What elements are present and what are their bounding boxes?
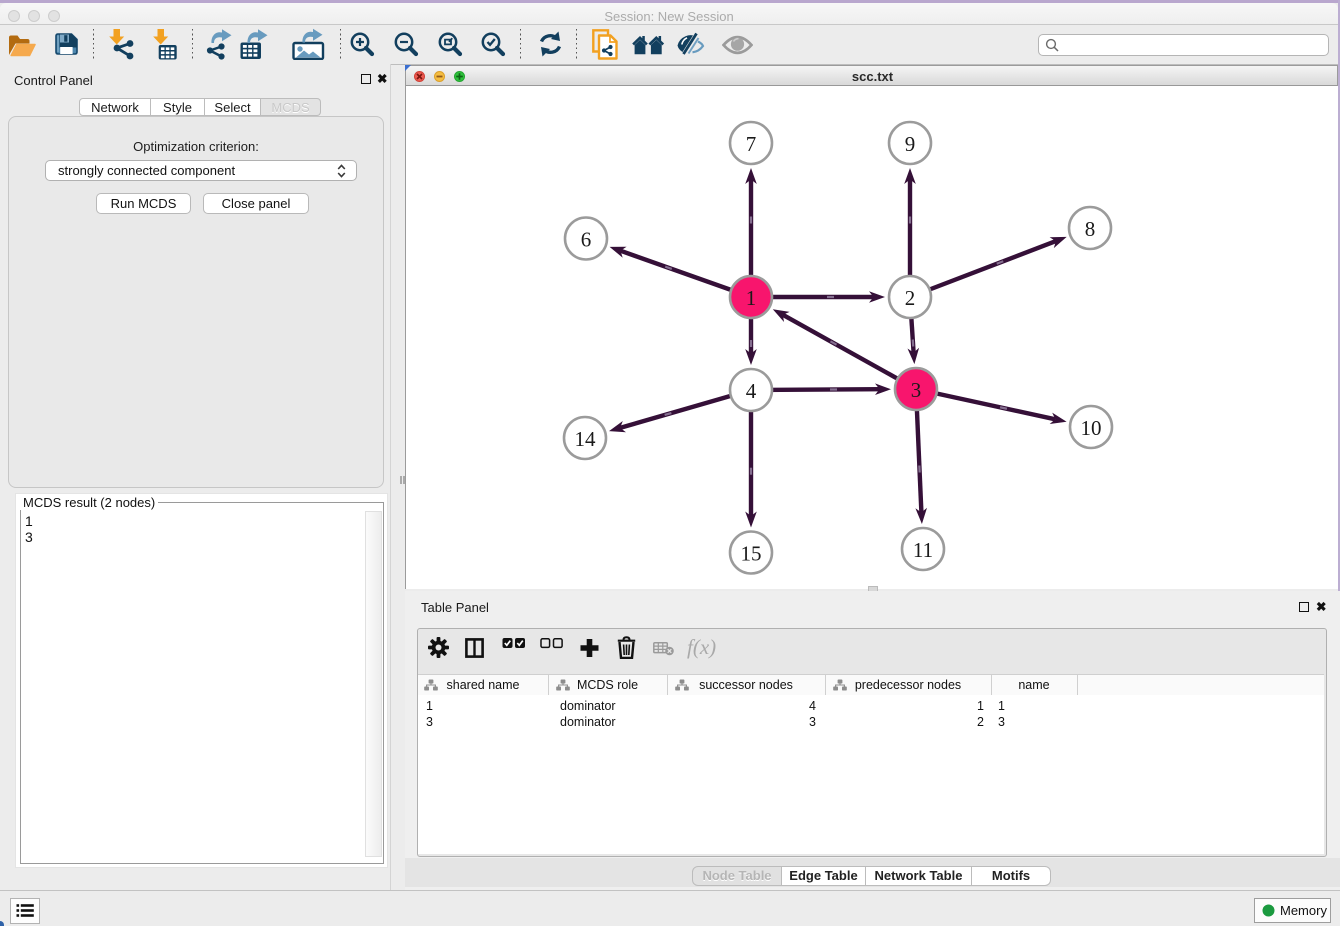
svg-text:7: 7: [746, 132, 757, 156]
svg-text:8: 8: [1085, 217, 1096, 241]
svg-text:4: 4: [746, 379, 757, 403]
svg-text:9: 9: [905, 132, 916, 156]
svg-text:1: 1: [746, 286, 757, 310]
svg-text:10: 10: [1081, 416, 1102, 440]
svg-text:11: 11: [913, 538, 933, 562]
svg-text:15: 15: [741, 542, 762, 566]
svg-text:3: 3: [911, 378, 922, 402]
svg-text:14: 14: [575, 427, 597, 451]
svg-text:6: 6: [581, 228, 592, 252]
svg-text:2: 2: [905, 286, 916, 310]
